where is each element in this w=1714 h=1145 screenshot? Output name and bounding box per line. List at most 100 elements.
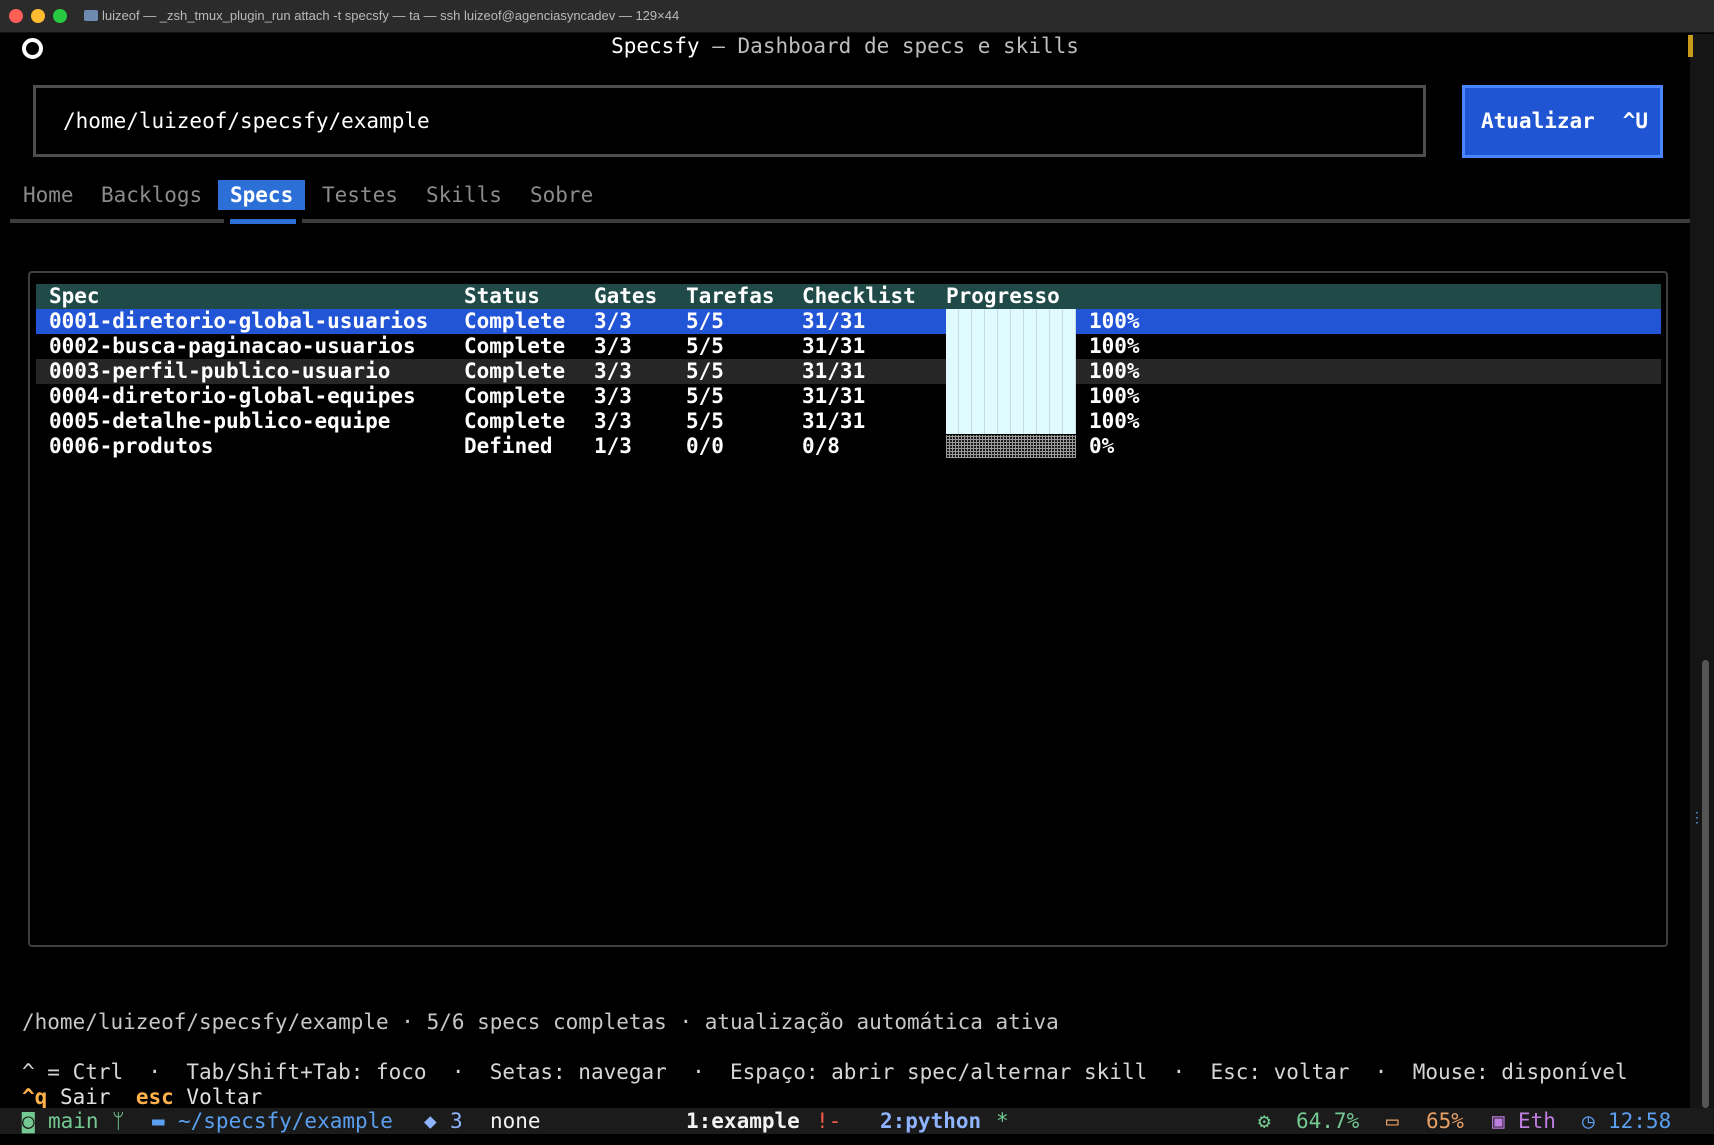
progress-bar [946,409,1076,434]
docker-context: none [490,1109,541,1133]
cell-spec: 0006-produtos [49,434,214,458]
scrollbar-thumb[interactable] [1702,660,1709,1108]
close-window-button[interactable] [9,9,23,23]
network-interface: Eth [1518,1109,1556,1133]
progress-bar [946,384,1076,409]
cell-checklist: 31/31 [802,384,866,408]
cell-gates: 3/3 [594,409,632,433]
table-row[interactable]: 0001-diretorio-global-usuarios Complete … [36,309,1661,334]
column-header-status[interactable]: Status [464,284,540,309]
app-header: Specsfy — Dashboard de specs e skills [0,34,1690,58]
column-header-progress[interactable]: Progresso [946,284,1060,309]
memory-usage: 65% [1426,1109,1464,1133]
progress-bar [946,309,1076,334]
tmux-window-2-flag: * [996,1109,1009,1133]
cell-spec: 0003-perfil-publico-usuario [49,359,391,383]
cell-progress-percent: 100% [1089,309,1140,333]
clock-time: 12:58 [1608,1109,1672,1133]
refresh-button[interactable]: Atualizar ^U [1462,85,1663,158]
tab-specs[interactable]: Specs [218,180,306,210]
git-branch: main [48,1109,99,1133]
cell-spec: 0001-diretorio-global-usuarios [49,309,429,333]
back-key[interactable]: esc [136,1085,174,1109]
progress-bar [946,434,1076,459]
cell-checklist: 31/31 [802,334,866,358]
cell-progress-percent: 100% [1089,334,1140,358]
cell-checklist: 0/8 [802,434,840,458]
current-dir: ~/specsfy/example [178,1109,393,1133]
folder-icon [84,10,98,21]
table-row[interactable]: 0005-detalhe-publico-equipe Complete 3/3… [36,409,1661,434]
progress-bar-empty [946,435,1076,458]
column-header-gates[interactable]: Gates [594,284,657,309]
tmux-window-1[interactable]: 1:example [686,1108,800,1134]
column-header-checklist[interactable]: Checklist [802,284,916,309]
git-branch-icon: ᛘ [112,1109,125,1133]
tmux-status-bar: ◙ main ᛘ ▬ ~/specsfy/example ◆ 3 none 1:… [0,1108,1714,1134]
keyboard-help: ^ = Ctrl · Tab/Shift+Tab: foco · Setas: … [22,1060,1628,1084]
key-bindings: ^q Sair esc Voltar [22,1085,262,1109]
progress-bar-grid [946,384,1076,409]
app-name: Specsfy [611,34,700,58]
tmux-window-2[interactable]: 2:python [880,1108,981,1134]
column-header-spec[interactable]: Spec [49,284,100,309]
cell-checklist: 31/31 [802,359,866,383]
active-tab-indicator [230,219,296,224]
cell-tasks: 5/5 [686,309,724,333]
cell-checklist: 31/31 [802,409,866,433]
table-row[interactable]: 0006-produtos Defined 1/3 0/0 0/8 0% [36,434,1661,459]
tmux-window-1-flag: !- [816,1109,842,1133]
cell-spec: 0005-detalhe-publico-equipe [49,409,391,433]
cell-gates: 3/3 [594,334,632,358]
tab-skills[interactable]: Skills [426,180,502,210]
cell-status: Complete [464,309,566,333]
cell-progress-percent: 0% [1089,434,1115,458]
tab-home[interactable]: Home [23,180,74,210]
tab-backlogs[interactable]: Backlogs [101,180,202,210]
tab-sobre[interactable]: Sobre [530,180,593,210]
window-titlebar: luizeof — _zsh_tmux_plugin_run attach -t… [0,0,1714,33]
progress-bar-grid [946,334,1076,359]
cell-status: Defined [464,434,553,458]
zoom-window-button[interactable] [53,9,67,23]
folder-icon: ▬ [152,1109,165,1133]
cell-tasks: 0/0 [686,434,724,458]
progress-bar-grid [946,309,1076,334]
column-header-tasks[interactable]: Tarefas [686,284,775,309]
minimize-window-button[interactable] [31,9,45,23]
table-row[interactable]: 0004-diretorio-global-equipes Complete 3… [36,384,1661,409]
cell-tasks: 5/5 [686,334,724,358]
cell-gates: 1/3 [594,434,632,458]
table-header-row: Spec Status Gates Tarefas Checklist Prog… [36,284,1661,309]
quit-key[interactable]: ^q [22,1085,47,1109]
cell-status: Complete [464,384,566,408]
cell-progress-percent: 100% [1089,409,1140,433]
tab-testes[interactable]: Testes [322,180,398,210]
table-row[interactable]: 0002-busca-paginacao-usuarios Complete 3… [36,334,1661,359]
status-line: /home/luizeof/specsfy/example · 5/6 spec… [22,1010,1059,1034]
memory-icon: ▭ [1386,1109,1399,1133]
docker-icon: ◆ [424,1109,437,1133]
clock-icon: ◷ [1582,1109,1595,1133]
cell-checklist: 31/31 [802,309,866,333]
cell-status: Complete [464,409,566,433]
back-label[interactable]: Voltar [186,1085,262,1109]
table-row[interactable]: 0003-perfil-publico-usuario Complete 3/3… [36,359,1661,384]
progress-bar [946,359,1076,384]
header-separator: — [699,34,738,58]
cell-status: Complete [464,359,566,383]
network-icon: ▣ [1492,1109,1505,1133]
progress-bar [946,334,1076,359]
cell-spec: 0002-busca-paginacao-usuarios [49,334,416,358]
window-title: luizeof — _zsh_tmux_plugin_run attach -t… [102,8,680,23]
cpu-usage: 64.7% [1296,1109,1360,1133]
app-subtitle: Dashboard de specs e skills [737,34,1079,58]
refresh-button-label: Atualizar [1481,109,1595,133]
progress-bar-grid [946,359,1076,384]
progress-bar-grid [946,409,1076,434]
quit-label[interactable]: Sair [60,1085,111,1109]
cell-gates: 3/3 [594,359,632,383]
cell-tasks: 5/5 [686,384,724,408]
project-path-input[interactable]: /home/luizeof/specsfy/example [33,85,1426,157]
cell-gates: 3/3 [594,309,632,333]
